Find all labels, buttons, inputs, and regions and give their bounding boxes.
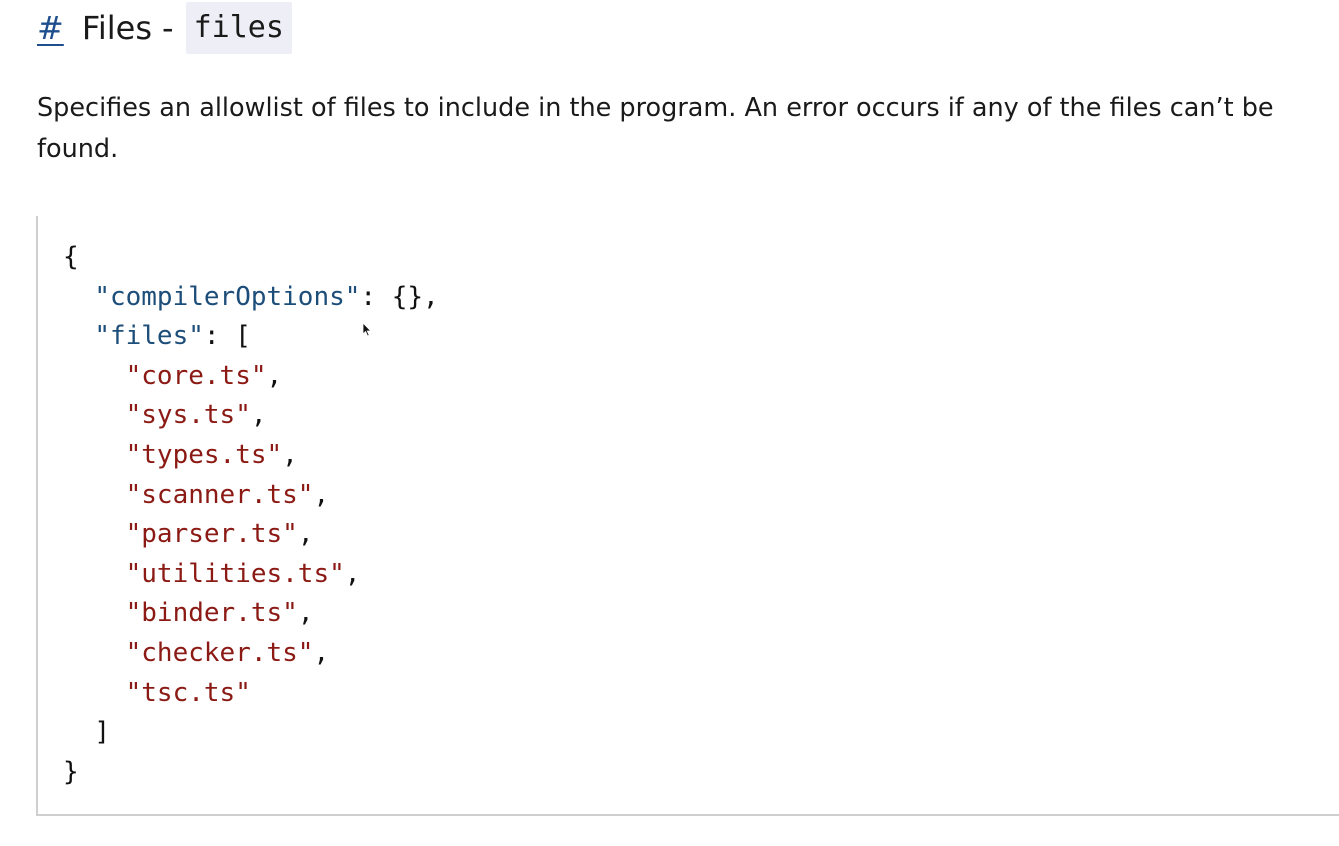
file-entry: "utilities.ts" xyxy=(125,558,345,589)
file-entry: "types.ts" xyxy=(125,439,283,470)
code-line: "compilerOptions": {}, xyxy=(63,278,439,318)
section-heading: # Files - files xyxy=(37,2,292,54)
compiler-options-value: : {}, xyxy=(360,281,439,312)
code-line: "binder.ts", xyxy=(63,594,439,634)
code-line: ] xyxy=(63,713,439,753)
compiler-options-key: "compilerOptions" xyxy=(94,281,361,312)
description-line: found. xyxy=(37,134,119,164)
heading-anchor-link[interactable]: # xyxy=(37,2,64,54)
files-open-bracket: : [ xyxy=(203,321,251,352)
file-entry: "binder.ts" xyxy=(125,598,298,629)
code-line: "core.ts", xyxy=(63,357,439,397)
file-entry: "core.ts" xyxy=(125,360,267,391)
files-key: "files" xyxy=(94,321,204,352)
code-line: "parser.ts", xyxy=(63,515,439,555)
open-brace: { xyxy=(63,242,79,272)
comma: , xyxy=(313,479,330,510)
comma: , xyxy=(250,400,267,431)
comma: , xyxy=(297,519,314,550)
comma: , xyxy=(297,598,314,629)
close-brace: } xyxy=(63,756,79,787)
description-line: Specifies an allowlist of files to inclu… xyxy=(37,93,1274,123)
heading-title: Files xyxy=(81,9,153,47)
code-block: { "compilerOptions": {}, "files": [ "cor… xyxy=(36,216,1339,816)
description-paragraph: Specifies an allowlist of files to inclu… xyxy=(37,88,1337,170)
code-lines: { "compilerOptions": {}, "files": [ "cor… xyxy=(63,238,439,792)
file-entry: "scanner.ts" xyxy=(125,479,314,510)
code-line: "scanner.ts", xyxy=(63,476,439,516)
heading-inline-code: files xyxy=(185,2,292,54)
code-line: "sys.ts", xyxy=(63,396,439,436)
code-line: { xyxy=(63,238,439,278)
comma: , xyxy=(266,360,283,391)
code-line: "types.ts", xyxy=(63,436,439,476)
code-line: } xyxy=(63,753,439,793)
file-entry: "tsc.ts" xyxy=(125,677,251,708)
file-entry: "parser.ts" xyxy=(125,519,298,550)
files-close-bracket: ] xyxy=(94,717,110,748)
code-line: "utilities.ts", xyxy=(63,555,439,595)
comma: , xyxy=(282,439,298,470)
code-line: "files": [ xyxy=(63,317,439,357)
heading-separator: - xyxy=(162,9,174,47)
file-entry: "checker.ts" xyxy=(125,637,314,668)
mouse-pointer-icon xyxy=(362,322,372,342)
code-line: "tsc.ts" xyxy=(63,674,439,714)
code-line: "checker.ts", xyxy=(63,634,439,674)
comma: , xyxy=(344,558,361,589)
comma: , xyxy=(313,637,330,668)
file-entry: "sys.ts" xyxy=(125,400,251,431)
